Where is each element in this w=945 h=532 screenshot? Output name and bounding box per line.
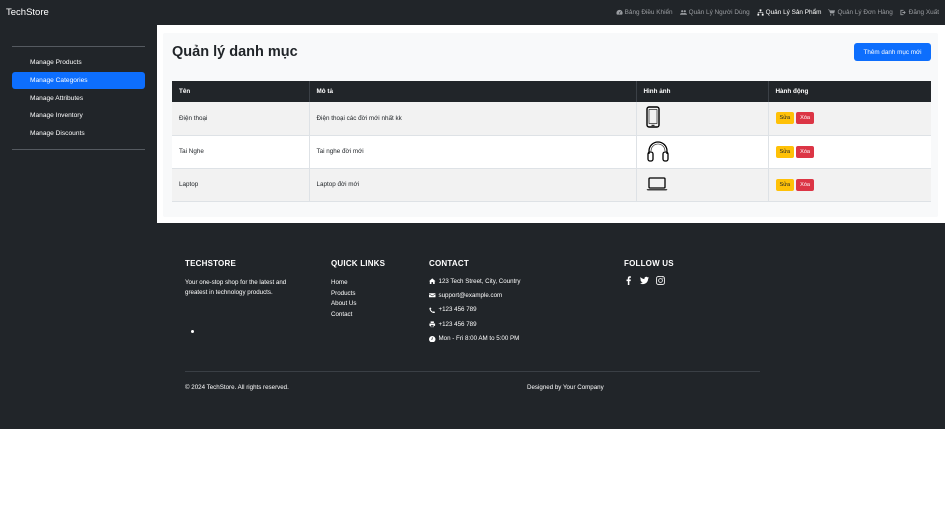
table-row: Laptop Laptop đời mới Sửa Xóa (172, 168, 931, 202)
footer-about-heading: TECHSTORE (185, 259, 236, 268)
nav-dashboard-label: Bảng Điều Khiển (624, 9, 673, 16)
facebook-icon[interactable] (624, 276, 633, 285)
sidebar-item-manage-inventory[interactable]: Manage Inventory (12, 107, 145, 124)
category-name: Điện thoại (172, 102, 310, 136)
sidebar-item-manage-categories[interactable]: Manage Categories (12, 72, 145, 89)
table-row: Điện thoại Điện thoại các đời mới nhất k… (172, 102, 931, 136)
contact-hours: Mon - Fri 8:00 AM to 5:00 PM (429, 332, 520, 346)
main-content: Quản lý danh mục Thêm danh mục mới Tên M… (157, 25, 945, 223)
footer-link-contact[interactable]: Contact (331, 310, 385, 321)
category-description: Tai nghe đời mới (309, 135, 637, 169)
top-nav-links: Bảng Điều Khiển Quản Lý Người Dùng Quản … (616, 9, 939, 16)
clock-icon (429, 335, 436, 342)
twitter-icon[interactable] (640, 276, 649, 285)
sidebar-divider-top (12, 46, 145, 47)
footer-follow: FOLLOW US (624, 259, 674, 285)
column-header-name[interactable]: Tên (172, 81, 310, 102)
nav-users-label: Quản Lý Người Dùng (688, 9, 750, 16)
footer-contact: CONTACT 123 Tech Street, City, Country s… (429, 259, 520, 346)
users-icon (679, 10, 687, 15)
nav-orders-label: Quản Lý Đơn Hàng (837, 9, 893, 16)
nav-dashboard[interactable]: Bảng Điều Khiển (616, 9, 673, 16)
contact-address-text: 123 Tech Street, City, Country (438, 277, 521, 285)
contact-fax-text: +123 456 789 (438, 320, 477, 328)
footer-about-text: Your one-stop shop for the latest and gr… (185, 279, 287, 296)
nav-logout[interactable]: Đăng Xuất (900, 9, 939, 16)
column-header-description[interactable]: Mô tả (309, 81, 637, 102)
edit-button[interactable]: Sửa (775, 112, 795, 125)
footer-follow-heading: FOLLOW US (624, 259, 674, 268)
edit-button[interactable]: Sửa (775, 145, 795, 158)
table-header-row: Tên Mô tả Hình ảnh Hành động (172, 81, 931, 102)
footer: TECHSTORE Your one-stop shop for the lat… (0, 223, 945, 429)
footer-link-products[interactable]: Products (331, 289, 385, 300)
delete-button[interactable]: Xóa (796, 112, 815, 125)
phone-icon (429, 307, 436, 313)
sitemap-icon (757, 9, 764, 16)
footer-link-about-us[interactable]: About Us (331, 299, 385, 310)
nav-products-label: Quản Lý Sản Phẩm (765, 9, 822, 16)
brand-logo[interactable]: TechStore (6, 7, 49, 18)
dashboard-icon (616, 9, 623, 15)
footer-quick-links: QUICK LINKS Home Products About Us Conta… (331, 259, 385, 320)
row-actions: Sửa Xóa (768, 135, 931, 169)
category-name: Laptop (172, 168, 310, 202)
category-name: Tai Nghe (172, 135, 310, 169)
home-icon (429, 278, 436, 285)
footer-contact-heading: CONTACT (429, 259, 469, 268)
add-category-button[interactable]: Thêm danh mục mới (854, 43, 931, 61)
cart-icon (828, 9, 836, 16)
phone-icon (645, 106, 660, 128)
column-header-image[interactable]: Hình ảnh (636, 81, 769, 102)
contact-hours-text: Mon - Fri 8:00 AM to 5:00 PM (438, 335, 520, 343)
footer-designed-by: Designed by Your Company (527, 384, 604, 391)
contact-phone-text: +123 456 789 (438, 306, 477, 314)
footer-link-home[interactable]: Home (331, 278, 385, 289)
social-links (624, 276, 674, 285)
headphones-icon (646, 140, 669, 162)
nav-logout-label: Đăng Xuất (908, 9, 939, 16)
page-title: Quản lý danh mục (172, 44, 298, 60)
column-header-actions[interactable]: Hành động (768, 81, 931, 102)
category-image (636, 135, 769, 169)
category-description: Điện thoại các đời mới nhất kk (309, 102, 637, 136)
bullet-dot (191, 330, 194, 333)
contact-address: 123 Tech Street, City, Country (429, 274, 520, 288)
categories-table: Tên Mô tả Hình ảnh Hành động Điện thoại … (172, 81, 931, 202)
nav-users[interactable]: Quản Lý Người Dùng (679, 9, 750, 16)
category-image (636, 102, 769, 136)
nav-orders[interactable]: Quản Lý Đơn Hàng (828, 9, 893, 16)
contact-email: support@example.com (429, 288, 520, 302)
sidebar-item-manage-attributes[interactable]: Manage Attributes (12, 90, 145, 107)
contact-email-text: support@example.com (438, 292, 503, 300)
footer-quick-links-heading: QUICK LINKS (331, 259, 386, 268)
table-row: Tai Nghe Tai nghe đời mới Sửa Xóa (172, 135, 931, 169)
laptop-icon (646, 176, 667, 190)
instagram-icon[interactable] (656, 276, 665, 285)
sidebar-divider-bottom (12, 149, 145, 150)
row-actions: Sửa Xóa (768, 102, 931, 136)
row-actions: Sửa Xóa (768, 168, 931, 202)
delete-button[interactable]: Xóa (796, 145, 815, 158)
top-navbar: TechStore Bảng Điều Khiển Quản Lý Người … (0, 0, 945, 25)
logout-icon (900, 9, 906, 16)
footer-copyright: © 2024 TechStore. All rights reserved. (185, 384, 289, 391)
footer-divider (185, 371, 760, 372)
categories-card: Quản lý danh mục Thêm danh mục mới Tên M… (163, 33, 938, 217)
contact-phone: +123 456 789 (429, 303, 520, 317)
nav-products[interactable]: Quản Lý Sản Phẩm (757, 9, 822, 16)
delete-button[interactable]: Xóa (796, 178, 815, 191)
sidebar: Manage Products Manage Categories Manage… (0, 25, 157, 223)
footer-about: TECHSTORE Your one-stop shop for the lat… (185, 259, 310, 298)
category-description: Laptop đời mới (309, 168, 637, 202)
sidebar-item-manage-products[interactable]: Manage Products (12, 54, 145, 71)
category-image (636, 168, 769, 202)
contact-fax: +123 456 789 (429, 317, 520, 331)
envelope-icon (429, 293, 436, 298)
edit-button[interactable]: Sửa (775, 178, 795, 191)
print-icon (429, 321, 436, 328)
sidebar-item-manage-discounts[interactable]: Manage Discounts (12, 125, 145, 142)
